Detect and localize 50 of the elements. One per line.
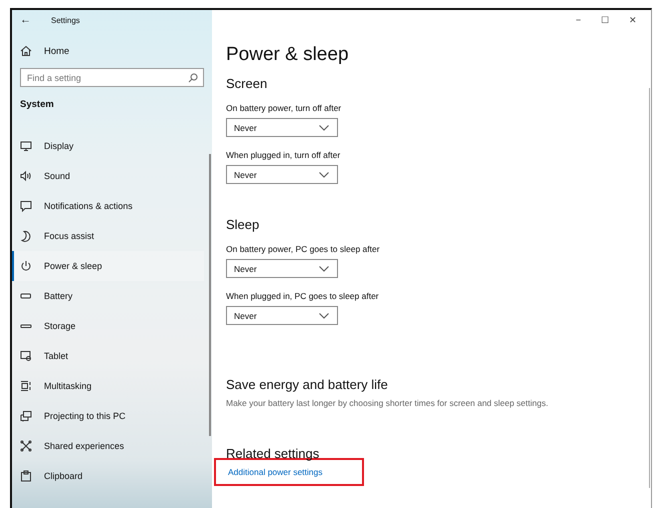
- sidebar-item[interactable]: Shared experiences: [12, 431, 204, 461]
- chevron-down-icon: [319, 312, 329, 318]
- setting-label: When plugged in, turn off after: [226, 150, 342, 160]
- sidebar-item[interactable]: Notifications & actions: [12, 191, 204, 221]
- dropdown[interactable]: Never: [226, 306, 338, 325]
- clipboard-icon: [20, 470, 32, 482]
- sidebar-item[interactable]: Multitasking: [12, 371, 204, 401]
- description-text: Make your battery last longer by choosing shorter times for screen and sleep settings.: [226, 398, 550, 408]
- chevron-down-icon: [319, 124, 329, 130]
- home-link[interactable]: Home: [20, 44, 204, 58]
- sidebar-item[interactable]: Tablet: [12, 341, 204, 371]
- sidebar-item[interactable]: Sound: [12, 161, 204, 191]
- sidebar-item[interactable]: Battery: [12, 281, 204, 311]
- section-heading: Related settings: [226, 446, 320, 461]
- sound-icon: [20, 170, 32, 182]
- power-icon: [20, 260, 32, 272]
- dropdown[interactable]: Never: [226, 165, 338, 184]
- dropdown[interactable]: Never: [226, 259, 338, 278]
- chevron-down-icon: [319, 172, 329, 178]
- search-field[interactable]: Find a setting: [20, 68, 204, 87]
- setting-label: On battery power, turn off after: [226, 103, 342, 113]
- sidebar-item[interactable]: Storage: [12, 311, 204, 341]
- sidebar-item[interactable]: Power & sleep: [12, 251, 204, 281]
- section-heading: Save energy and battery life: [226, 377, 389, 392]
- scrollbar[interactable]: [649, 88, 650, 488]
- additional-power-settings-link[interactable]: Additional power settings: [228, 467, 323, 477]
- notifications-icon: [20, 200, 32, 212]
- sidebar-item[interactable]: Clipboard: [12, 461, 204, 491]
- scrollbar[interactable]: [209, 154, 211, 436]
- window-control-button[interactable]: −: [576, 15, 581, 25]
- page-title: Power & sleep: [226, 44, 350, 66]
- search-icon: [188, 72, 198, 82]
- sidebar-item[interactable]: Projecting to this PC: [12, 401, 204, 431]
- section-heading: Screen: [226, 76, 268, 91]
- dropdown[interactable]: Never: [226, 118, 338, 137]
- sidebar-item[interactable]: Focus assist: [12, 221, 204, 251]
- back-button[interactable]: ←: [20, 14, 31, 26]
- tablet-icon: [20, 350, 32, 362]
- setting-label: On battery power, PC goes to sleep after: [226, 244, 381, 254]
- window-control-button[interactable]: ✕: [629, 15, 637, 25]
- chevron-down-icon: [319, 266, 329, 272]
- home-icon: [20, 45, 32, 57]
- moon-icon: [20, 230, 32, 242]
- setting-label: When plugged in, PC goes to sleep after: [226, 291, 380, 301]
- display-icon: [20, 140, 32, 152]
- sidebar-item[interactable]: Display: [12, 131, 204, 161]
- section-heading: System: [20, 99, 55, 110]
- section-heading: Sleep: [226, 217, 260, 232]
- window-title: Settings: [51, 16, 80, 24]
- window-control-button[interactable]: ☐: [601, 15, 609, 25]
